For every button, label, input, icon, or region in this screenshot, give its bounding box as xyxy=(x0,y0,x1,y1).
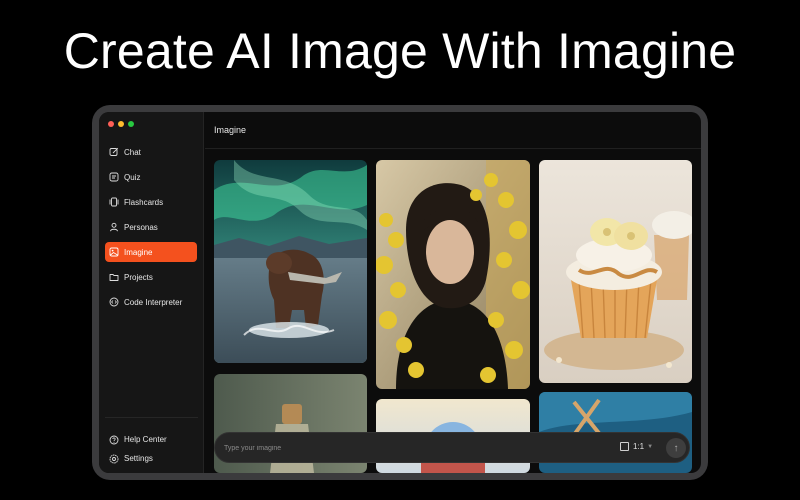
gallery-image-bear[interactable] xyxy=(214,160,367,363)
flashcards-icon xyxy=(109,197,119,207)
prompt-input[interactable] xyxy=(224,442,604,455)
image-icon xyxy=(109,247,119,257)
sidebar-item-flashcards[interactable]: Flashcards xyxy=(105,192,197,212)
sidebar: Chat Quiz Flashcards Personas Imagine Pr… xyxy=(99,112,204,473)
sidebar-divider xyxy=(105,417,198,418)
person-icon xyxy=(109,222,119,232)
sidebar-item-label: Flashcards xyxy=(124,197,164,207)
help-icon xyxy=(109,435,119,445)
folder-icon xyxy=(109,272,119,282)
sidebar-bottom-nav: Help Center Settings xyxy=(105,430,197,468)
send-button[interactable]: ↑ xyxy=(666,438,686,458)
close-window-button[interactable] xyxy=(108,121,114,127)
aspect-ratio-selector[interactable]: 1:1 ▼ xyxy=(620,442,653,451)
minimize-window-button[interactable] xyxy=(118,121,124,127)
sidebar-item-chat[interactable]: Chat xyxy=(105,142,197,162)
sidebar-item-code-interpreter[interactable]: Code Interpreter xyxy=(105,292,197,312)
app-window: Chat Quiz Flashcards Personas Imagine Pr… xyxy=(99,112,701,473)
gallery-image-woman-flowers[interactable] xyxy=(376,160,530,389)
sidebar-item-quiz[interactable]: Quiz xyxy=(105,167,197,187)
main-panel: Imagine Type your imagine 1:1 ▼ ↑ xyxy=(205,112,701,473)
sidebar-nav: Chat Quiz Flashcards Personas Imagine Pr… xyxy=(105,142,197,317)
sidebar-item-label: Personas xyxy=(124,222,158,232)
page-title: Imagine xyxy=(205,112,701,149)
zoom-window-button[interactable] xyxy=(128,121,134,127)
aspect-ratio-value: 1:1 xyxy=(633,442,645,451)
quiz-icon xyxy=(109,172,119,182)
square-icon xyxy=(620,442,629,451)
sidebar-item-help-center[interactable]: Help Center xyxy=(105,430,197,449)
prompt-composer: 1:1 ▼ ↑ xyxy=(214,432,690,463)
sidebar-item-label: Chat xyxy=(124,147,141,157)
traffic-lights xyxy=(108,121,134,127)
sidebar-item-settings[interactable]: Settings xyxy=(105,449,197,468)
headline: Create AI Image With Imagine xyxy=(63,23,737,79)
sidebar-item-label: Projects xyxy=(124,272,153,282)
sidebar-item-projects[interactable]: Projects xyxy=(105,267,197,287)
gallery-image-cupcake[interactable] xyxy=(539,160,692,383)
code-icon xyxy=(109,297,119,307)
chevron-down-icon: ▼ xyxy=(647,443,654,450)
arrow-up-icon: ↑ xyxy=(673,442,679,454)
sidebar-item-label: Code Interpreter xyxy=(124,297,183,307)
edit-icon xyxy=(109,147,119,157)
gear-icon xyxy=(109,454,119,464)
sidebar-item-label: Help Center xyxy=(124,435,167,444)
sidebar-item-label: Imagine xyxy=(124,247,153,257)
sidebar-item-imagine[interactable]: Imagine xyxy=(105,242,197,262)
sidebar-item-label: Quiz xyxy=(124,172,141,182)
sidebar-item-label: Settings xyxy=(124,454,153,463)
sidebar-item-personas[interactable]: Personas xyxy=(105,217,197,237)
